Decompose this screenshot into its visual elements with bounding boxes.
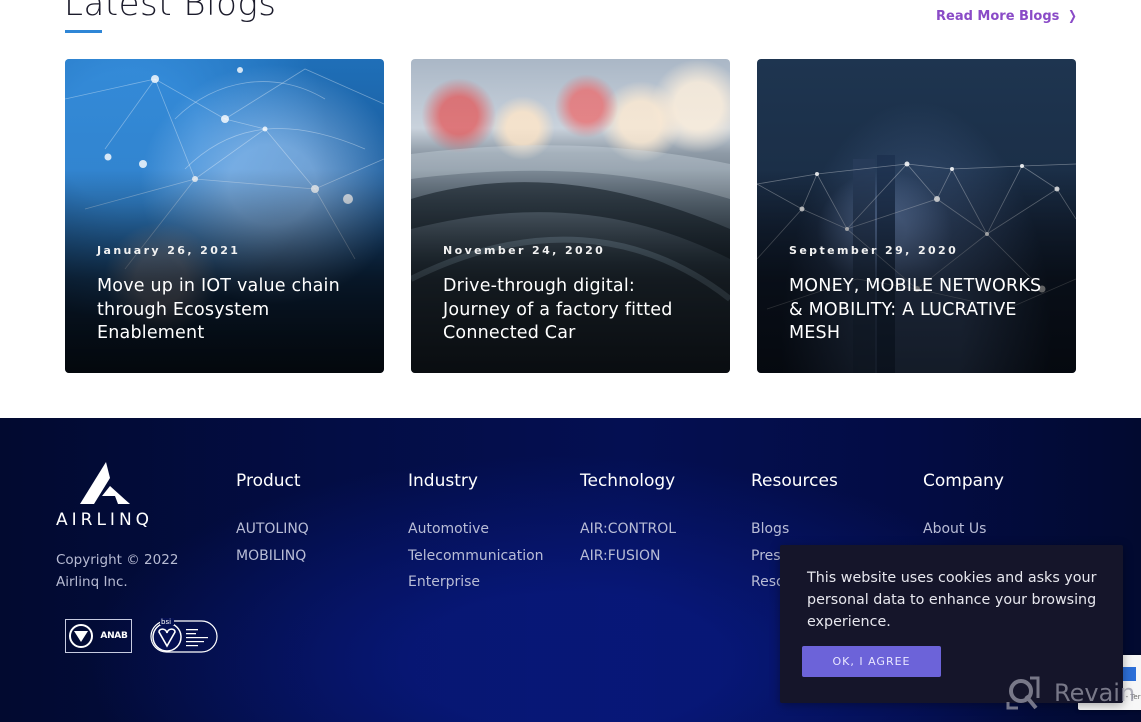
blog-title[interactable]: Drive-through digital: Journey of a fact… [443, 275, 705, 346]
footer-link-enterprise[interactable]: Enterprise [408, 569, 544, 596]
footer-link-air-fusion[interactable]: AIR:FUSION [580, 543, 676, 570]
revain-text: Revain [1054, 679, 1136, 707]
footer-column-industry: Industry Automotive Telecommunication En… [408, 471, 544, 596]
section-title: Latest Blogs [64, 0, 277, 24]
blog-title[interactable]: Move up in IOT value chain through Ecosy… [97, 275, 359, 346]
blog-date: September 29, 2020 [789, 244, 959, 257]
column-title: Resources [751, 471, 838, 491]
airlinq-logo[interactable]: AIRLINQ [56, 462, 158, 530]
copyright-text: Copyright © 2022 Airlinq Inc. [56, 552, 179, 590]
anab-label: ANAB [100, 631, 128, 641]
revain-watermark: Revain [1006, 676, 1135, 710]
svg-text:bsi: bsi [161, 618, 171, 626]
blog-date: January 26, 2021 [97, 244, 241, 257]
footer-link-mobilinq[interactable]: MOBILINQ [236, 543, 309, 570]
blog-title[interactable]: MONEY, MOBILE NETWORKS & MOBILITY: A LUC… [789, 275, 1051, 346]
blog-card[interactable]: November 24, 2020 Drive-through digital:… [411, 59, 730, 373]
title-underline [65, 30, 102, 33]
column-title: Company [923, 471, 1004, 491]
latest-blogs-section: Latest Blogs Read More Blogs ❯ January 2… [0, 0, 1141, 418]
footer-column-technology: Technology AIR:CONTROL AIR:FUSION [580, 471, 676, 569]
airlinq-logo-icon [80, 462, 130, 504]
footer-link-blogs[interactable]: Blogs [751, 516, 838, 543]
bsi-iso-badge-icon: bsi [150, 618, 218, 653]
blog-card[interactable]: January 26, 2021 Move up in IOT value ch… [65, 59, 384, 373]
read-more-blogs-link[interactable]: Read More Blogs ❯ [936, 9, 1078, 24]
blog-card[interactable]: September 29, 2020 MONEY, MOBILE NETWORK… [757, 59, 1076, 373]
footer-column-product: Product AUTOLINQ MOBILINQ [236, 471, 309, 569]
blog-date: November 24, 2020 [443, 244, 606, 257]
column-title: Product [236, 471, 301, 491]
cookie-message: This website uses cookies and asks your … [807, 570, 1097, 630]
column-title: Technology [580, 471, 676, 491]
footer-link-telecommunication[interactable]: Telecommunication [408, 543, 544, 570]
bsi-heart-icon [69, 624, 94, 648]
accept-cookies-button[interactable]: OK, I AGREE [802, 646, 941, 677]
certification-badges: ANAB bsi [65, 618, 218, 654]
chevron-right-icon: ❯ [1068, 9, 1078, 24]
column-title: Industry [408, 471, 478, 491]
footer-link-air-control[interactable]: AIR:CONTROL [580, 516, 676, 543]
footer-link-about-us[interactable]: About Us [923, 516, 1004, 543]
footer-link-autolinq[interactable]: AUTOLINQ [236, 516, 309, 543]
anab-badge: ANAB [65, 619, 132, 653]
revain-logo-icon [1006, 676, 1040, 710]
logo-text: AIRLINQ [56, 510, 154, 530]
read-more-label: Read More Blogs [936, 9, 1060, 24]
footer-link-automotive[interactable]: Automotive [408, 516, 544, 543]
footer-column-company: Company About Us [923, 471, 1004, 543]
